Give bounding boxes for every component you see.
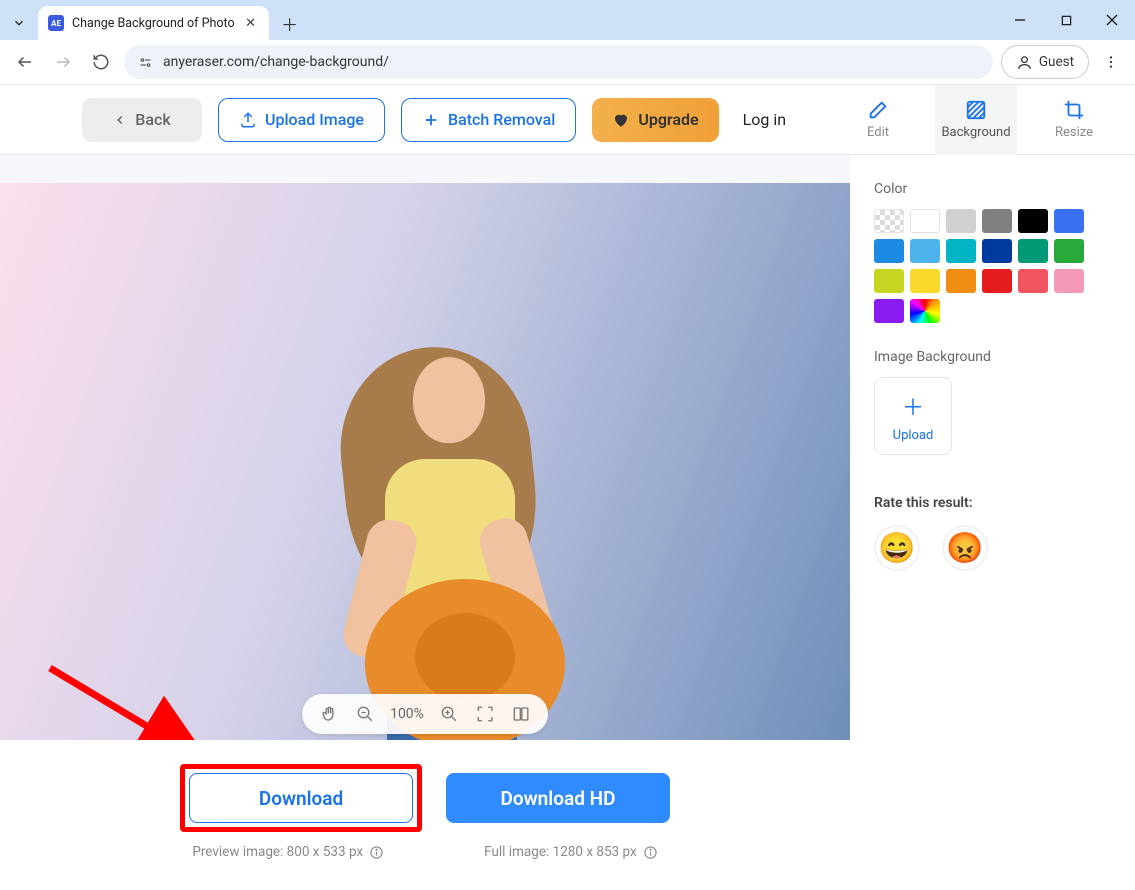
color-swatch[interactable] — [982, 269, 1012, 293]
annotation-arrow — [40, 658, 230, 740]
tool-background-label: Background — [941, 125, 1010, 140]
color-swatch[interactable] — [874, 269, 904, 293]
zoom-in-icon[interactable] — [438, 703, 460, 725]
color-swatch[interactable] — [946, 209, 976, 233]
upload-bg-box[interactable]: ＋ Upload — [874, 377, 952, 455]
plus-icon — [422, 111, 440, 129]
window-close-button[interactable] — [1089, 0, 1135, 40]
nav-forward-button[interactable] — [48, 47, 78, 77]
rate-happy-button[interactable]: 😄 — [874, 525, 920, 571]
browser-tab[interactable]: AE Change Background of Photo ✕ — [38, 6, 269, 40]
full-meta: Full image: 1280 x 853 px — [484, 844, 637, 860]
sidebar: Color Image Background ＋ Upload Rate thi… — [850, 155, 1135, 890]
color-swatch[interactable] — [1054, 239, 1084, 263]
window-maximize-button[interactable] — [1043, 0, 1089, 40]
tab-favicon: AE — [48, 15, 64, 31]
color-swatch[interactable] — [874, 209, 904, 233]
zoom-level: 100% — [390, 706, 424, 722]
plus-icon: ＋ — [902, 390, 924, 422]
info-icon[interactable] — [369, 845, 384, 860]
hand-tool-icon[interactable] — [318, 703, 340, 725]
tool-resize[interactable]: Resize — [1033, 85, 1115, 155]
profile-label: Guest — [1039, 54, 1074, 70]
browser-toolbar: anyeraser.com/change-background/ Guest — [0, 40, 1135, 85]
color-swatch[interactable] — [910, 209, 940, 233]
color-swatch[interactable] — [946, 239, 976, 263]
url-text: anyeraser.com/change-background/ — [163, 54, 389, 70]
tool-edit[interactable]: Edit — [837, 85, 919, 155]
rate-title: Rate this result: — [874, 495, 1111, 511]
new-tab-button[interactable]: ＋ — [275, 8, 305, 38]
back-label: Back — [135, 110, 170, 129]
download-hd-label: Download HD — [501, 787, 616, 810]
upload-image-button[interactable]: Upload Image — [218, 98, 385, 142]
upgrade-button[interactable]: Upgrade — [592, 98, 718, 142]
edit-icon — [867, 99, 889, 121]
back-button[interactable]: Back — [82, 98, 202, 142]
color-swatch[interactable] — [982, 239, 1012, 263]
app-toolbar: Back Upload Image Batch Removal Upgrade … — [0, 85, 1135, 155]
color-swatch[interactable] — [910, 299, 940, 323]
subject-figure — [295, 229, 555, 740]
tab-close-icon[interactable]: ✕ — [243, 15, 259, 31]
tab-search-dropdown[interactable] — [0, 6, 38, 40]
download-hd-button[interactable]: Download HD — [446, 773, 670, 823]
zoom-out-icon[interactable] — [354, 703, 376, 725]
color-swatch[interactable] — [982, 209, 1012, 233]
main-area: 100% Download Download HD — [0, 155, 1135, 890]
color-swatch[interactable] — [1018, 209, 1048, 233]
crop-icon — [1063, 99, 1085, 121]
image-canvas[interactable]: 100% — [0, 155, 850, 740]
color-swatch[interactable] — [1018, 269, 1048, 293]
canvas-column: 100% Download Download HD — [0, 155, 850, 890]
info-icon[interactable] — [643, 845, 658, 860]
chevron-left-icon — [113, 113, 127, 127]
background-icon — [965, 99, 987, 121]
color-swatch[interactable] — [946, 269, 976, 293]
fullscreen-icon[interactable] — [474, 703, 496, 725]
color-swatches — [874, 209, 1111, 323]
color-swatch[interactable] — [910, 269, 940, 293]
download-button[interactable]: Download — [189, 773, 413, 823]
color-swatch[interactable] — [874, 239, 904, 263]
upload-bg-label: Upload — [893, 428, 934, 443]
address-bar[interactable]: anyeraser.com/change-background/ — [124, 45, 993, 79]
compare-icon[interactable] — [510, 703, 532, 725]
download-row: Download Download HD Preview image: 800 … — [0, 740, 850, 860]
tool-resize-label: Resize — [1055, 125, 1093, 140]
site-settings-icon — [138, 55, 153, 70]
tool-background[interactable]: Background — [935, 85, 1017, 155]
profile-guest-button[interactable]: Guest — [1001, 45, 1089, 79]
download-label: Download — [259, 787, 343, 810]
browser-menu-button[interactable] — [1097, 48, 1125, 76]
color-swatch[interactable] — [1054, 209, 1084, 233]
download-highlight: Download — [180, 764, 422, 832]
color-swatch[interactable] — [874, 299, 904, 323]
canvas-controls: 100% — [302, 694, 548, 734]
color-section-title: Color — [874, 181, 1111, 197]
window-minimize-button[interactable] — [997, 0, 1043, 40]
nav-reload-button[interactable] — [86, 47, 116, 77]
upload-icon — [239, 111, 257, 129]
preview-meta: Preview image: 800 x 533 px — [192, 844, 363, 860]
upload-label: Upload Image — [265, 110, 364, 129]
login-link[interactable]: Log in — [743, 110, 786, 129]
image-bg-title: Image Background — [874, 349, 1111, 365]
batch-removal-button[interactable]: Batch Removal — [401, 98, 576, 142]
tab-title: Change Background of Photo — [72, 16, 235, 31]
heart-icon — [612, 111, 630, 129]
color-swatch[interactable] — [1018, 239, 1048, 263]
browser-titlebar: AE Change Background of Photo ✕ ＋ — [0, 0, 1135, 40]
person-icon — [1016, 54, 1033, 71]
color-swatch[interactable] — [910, 239, 940, 263]
upgrade-label: Upgrade — [638, 110, 698, 129]
batch-label: Batch Removal — [448, 110, 555, 129]
rate-angry-button[interactable]: 😡 — [942, 525, 988, 571]
color-swatch[interactable] — [1054, 269, 1084, 293]
nav-back-button[interactable] — [10, 47, 40, 77]
tool-edit-label: Edit — [867, 125, 889, 140]
